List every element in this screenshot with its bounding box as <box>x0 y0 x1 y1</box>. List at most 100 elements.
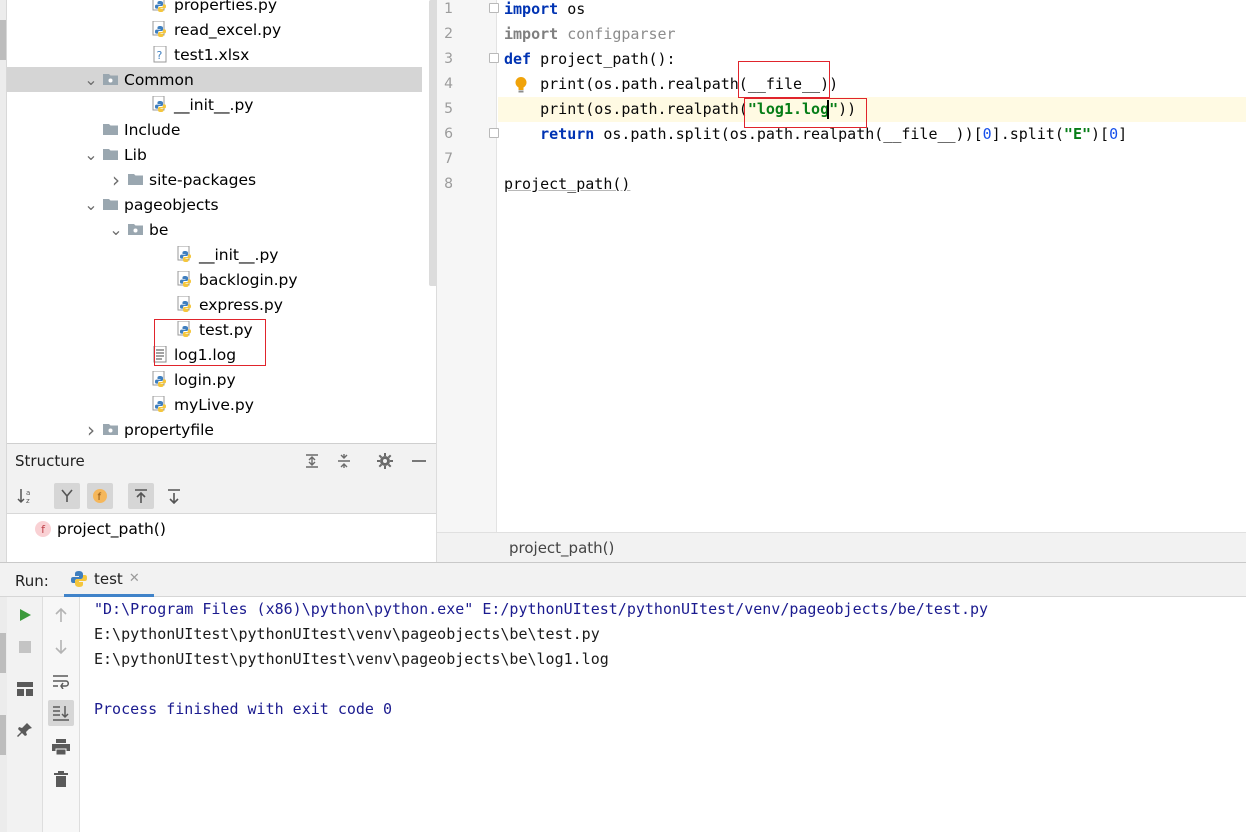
tree-item-label: propertyfile <box>124 420 214 439</box>
strip-marker[interactable] <box>0 633 6 673</box>
tree-item[interactable]: Include <box>7 117 422 142</box>
code-line-2: import configparser <box>504 25 676 43</box>
strip-marker[interactable] <box>0 715 6 755</box>
svg-text:z: z <box>26 497 30 505</box>
tree-scrollbar[interactable] <box>429 0 436 286</box>
tree-item[interactable]: › site-packages <box>7 167 422 192</box>
tree-item[interactable]: __init__.py <box>7 242 422 267</box>
structure-title: Structure <box>15 452 85 470</box>
code-editor[interactable]: 1 2 3 4 5 6 7 8 import os import configp… <box>436 0 1246 562</box>
tree-item-label: __init__.py <box>174 95 254 114</box>
gear-icon[interactable] <box>376 452 394 470</box>
line-number: 8 <box>444 176 453 192</box>
sort-alpha-icon[interactable]: az <box>13 483 39 509</box>
python-file-icon <box>152 395 169 413</box>
tree-item[interactable]: ⌄ Lib <box>7 142 422 167</box>
highlight-box-file <box>738 61 830 98</box>
tree-item-label: express.py <box>199 295 283 314</box>
function-icon: f <box>35 521 51 537</box>
python-file-icon <box>152 95 169 113</box>
run-panel: Run: test ✕ "D:\Program Files (x86)\pyth… <box>0 562 1246 832</box>
tree-item-label: pageobjects <box>124 195 219 214</box>
folder-icon <box>127 171 144 188</box>
line-number: 6 <box>444 126 453 142</box>
tree-item-label: myLive.py <box>174 395 254 414</box>
fold-marker-icon[interactable] <box>489 128 499 138</box>
tree-item-label: login.py <box>174 370 236 389</box>
chevron-right-icon[interactable]: › <box>84 418 98 442</box>
svg-text:?: ? <box>157 49 163 62</box>
tree-item[interactable]: login.py <box>7 367 422 392</box>
navigate-up-icon[interactable] <box>128 483 154 509</box>
unknown-file-icon: ? <box>152 45 169 63</box>
tree-item-label: Common <box>124 70 194 89</box>
tree-item[interactable]: ⌄ Common <box>7 67 422 92</box>
tree-item[interactable]: ⌄ be <box>7 217 422 242</box>
package-folder-icon <box>102 421 119 438</box>
tree-item[interactable]: ? test1.xlsx <box>7 42 422 67</box>
line-number: 7 <box>444 151 453 167</box>
show-fields-icon[interactable]: f <box>87 483 113 509</box>
chevron-down-icon[interactable]: ⌄ <box>84 146 98 162</box>
soft-wrap-icon[interactable] <box>48 668 74 694</box>
console-line: E:\pythonUItest\pythonUItest\venv\pageob… <box>94 625 600 643</box>
code-line-1: import os <box>504 0 586 18</box>
chevron-down-icon[interactable]: ⌄ <box>84 196 98 212</box>
console-line: Process finished with exit code 0 <box>94 700 393 718</box>
close-icon[interactable]: ✕ <box>129 571 140 586</box>
tree-item[interactable]: backlogin.py <box>7 267 422 292</box>
python-file-icon <box>152 370 169 388</box>
tree-item[interactable]: __init__.py <box>7 92 422 117</box>
scroll-to-end-icon[interactable] <box>48 700 74 726</box>
rerun-icon[interactable] <box>12 602 38 628</box>
editor-gutter: 1 2 3 4 5 6 7 8 <box>437 0 499 532</box>
fold-marker-icon[interactable] <box>489 3 499 13</box>
tree-item[interactable]: ⌄ pageobjects <box>7 192 422 217</box>
trash-icon[interactable] <box>48 766 74 792</box>
fold-marker-icon[interactable] <box>489 53 499 63</box>
tree-item-label: properties.py <box>174 0 278 14</box>
tree-item[interactable]: express.py <box>7 292 422 317</box>
navigate-down-icon[interactable] <box>161 483 187 509</box>
structure-toolbar: az f <box>7 478 436 514</box>
tree-item-label: Lib <box>124 145 147 164</box>
highlight-box-tree <box>154 319 266 366</box>
minimize-icon[interactable] <box>410 452 428 470</box>
console-line: E:\pythonUItest\pythonUItest\venv\pageob… <box>94 650 609 668</box>
tree-item[interactable]: properties.py <box>7 0 422 17</box>
arrow-up-icon[interactable] <box>48 602 74 628</box>
tree-item-label: Include <box>124 120 181 139</box>
stop-icon[interactable] <box>12 634 38 660</box>
python-file-icon <box>152 0 169 13</box>
line-number: 3 <box>444 51 453 67</box>
breadcrumb: project_path() <box>437 532 1246 562</box>
code-line-8: project_path() <box>504 175 631 193</box>
package-folder-icon <box>102 71 119 88</box>
structure-item[interactable]: f project_path() <box>35 520 166 538</box>
pin-icon[interactable] <box>12 717 38 743</box>
chevron-down-icon[interactable]: ⌄ <box>109 221 123 237</box>
structure-panel: Structure az f f project_path() <box>7 443 436 562</box>
layout-icon[interactable] <box>12 676 38 702</box>
structure-item-label: project_path() <box>57 520 166 538</box>
python-file-icon <box>177 270 194 288</box>
arrow-down-icon[interactable] <box>48 634 74 660</box>
print-icon[interactable] <box>48 734 74 760</box>
strip-marker[interactable] <box>0 20 6 60</box>
collapse-all-icon[interactable] <box>335 452 353 470</box>
expand-all-icon[interactable] <box>303 452 321 470</box>
tree-item[interactable]: read_excel.py <box>7 17 422 42</box>
show-inherited-icon[interactable] <box>54 483 80 509</box>
breadcrumb-item[interactable]: project_path() <box>509 539 614 557</box>
run-tab-test[interactable]: test ✕ <box>64 563 154 597</box>
chevron-down-icon[interactable]: ⌄ <box>84 71 98 87</box>
tree-item[interactable]: › propertyfile <box>7 417 422 442</box>
tree-item[interactable]: myLive.py <box>7 392 422 417</box>
chevron-right-icon[interactable]: › <box>109 168 123 192</box>
